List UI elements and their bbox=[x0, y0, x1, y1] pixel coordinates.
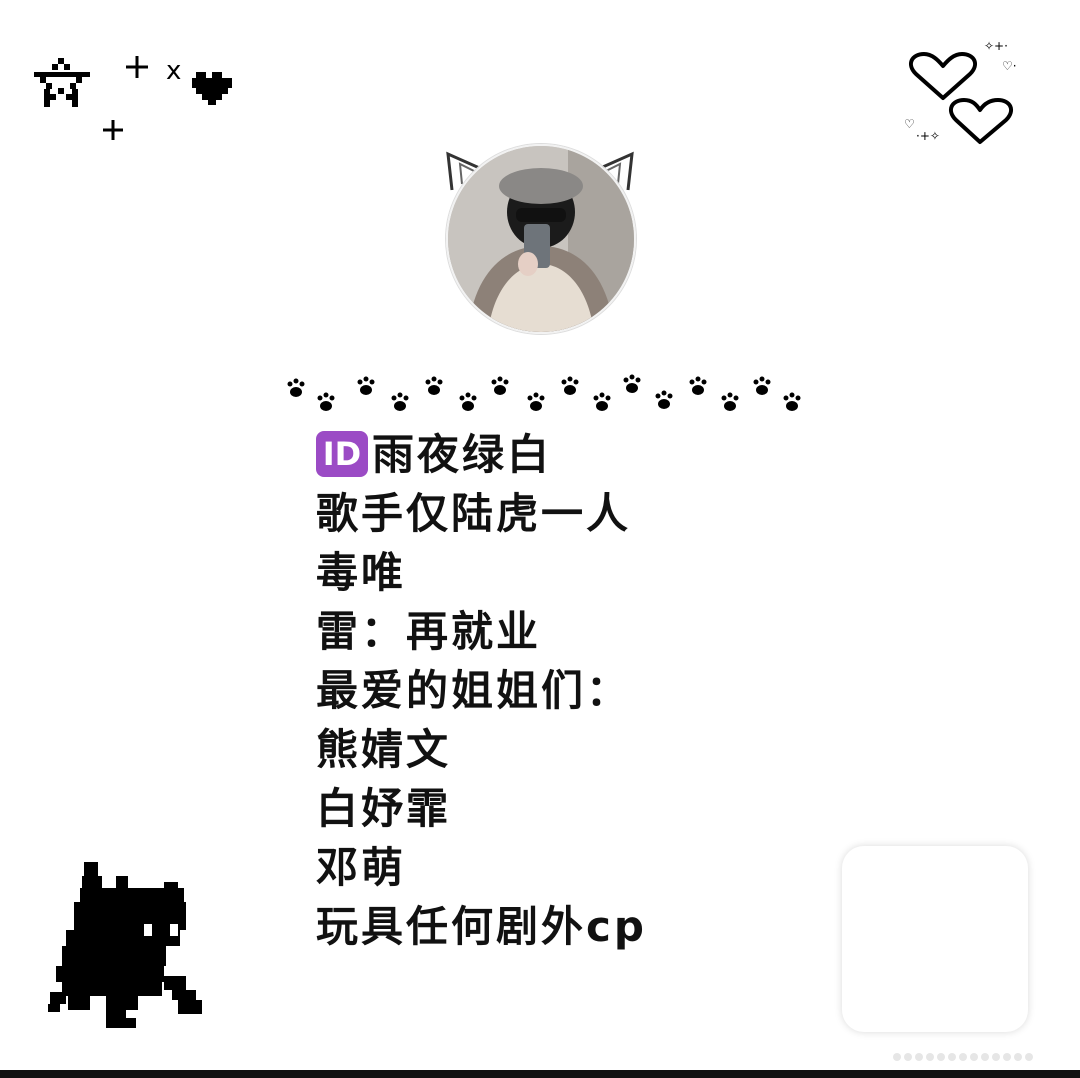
blank-card bbox=[842, 846, 1028, 1032]
page-dot bbox=[948, 1053, 956, 1061]
page-dot bbox=[1003, 1053, 1011, 1061]
page-indicator bbox=[893, 1046, 1036, 1065]
svg-text:♡: ♡ bbox=[904, 117, 915, 131]
svg-text:·+✧: ·+✧ bbox=[916, 129, 940, 143]
page-dot bbox=[937, 1053, 945, 1061]
id-badge-icon: ID bbox=[316, 431, 368, 477]
pixel-black-cat bbox=[48, 862, 202, 1028]
profile-line-fan-type: 毒唯 bbox=[316, 548, 407, 597]
svg-text:♡·: ♡· bbox=[1002, 59, 1017, 73]
svg-text:✧+·: ✧+· bbox=[984, 39, 1008, 53]
profile-line-favorites-heading: 最爱的姐姐们： bbox=[316, 666, 632, 715]
profile-line-singer: 歌手仅陆虎一人 bbox=[316, 489, 632, 538]
page-dot bbox=[970, 1053, 978, 1061]
page-dot bbox=[992, 1053, 1000, 1061]
profile-line-dislike-cp: 玩具任何剧外cp bbox=[316, 902, 647, 951]
plus-icon bbox=[126, 56, 148, 78]
avatar-photo bbox=[448, 146, 634, 332]
star-outline-icon bbox=[34, 58, 90, 107]
profile-id-line: ID 雨夜绿白 bbox=[316, 425, 876, 484]
sparkle-cluster-top-left: x bbox=[34, 56, 232, 140]
profile-text-block: ID 雨夜绿白 歌手仅陆虎一人 毒唯 雷：再就业 最爱的姐姐们： 熊婧文 白妤霏 … bbox=[316, 425, 876, 956]
profile-line-favorite-2: 白妤霏 bbox=[316, 784, 452, 833]
page-dot bbox=[904, 1053, 912, 1061]
bottom-bar bbox=[0, 1070, 1080, 1078]
double-heart-icon: ✧+· ♡· ♡ ·+✧ bbox=[904, 39, 1017, 144]
heart-filled-icon bbox=[192, 72, 232, 105]
profile-line-dislike: 雷：再就业 bbox=[316, 607, 542, 656]
profile-id-text: 雨夜绿白 bbox=[372, 430, 553, 479]
profile-line-favorite-1: 熊婧文 bbox=[316, 725, 452, 774]
profile-line-favorite-3: 邓萌 bbox=[316, 843, 407, 892]
page-dot bbox=[915, 1053, 923, 1061]
letter-x: x bbox=[166, 56, 181, 86]
page-dot bbox=[926, 1053, 934, 1061]
page-dot bbox=[893, 1053, 901, 1061]
page-dot bbox=[1014, 1053, 1022, 1061]
avatar[interactable] bbox=[446, 144, 636, 334]
paw-print-row bbox=[287, 374, 801, 411]
page-dot bbox=[959, 1053, 967, 1061]
page-dot bbox=[981, 1053, 989, 1061]
page-dot bbox=[1025, 1053, 1033, 1061]
plus-icon bbox=[103, 120, 123, 140]
